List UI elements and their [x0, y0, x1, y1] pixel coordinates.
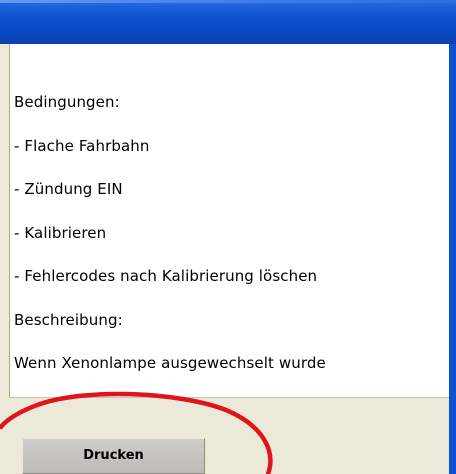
condition-calibrate: - Kalibrieren	[14, 224, 107, 242]
condition-ignition-on: - Zündung EIN	[14, 180, 123, 198]
condition-flat-road: - Flache Fahrbahn	[14, 137, 150, 155]
conditions-heading: Bedingungen:	[14, 93, 120, 111]
window-frame-right	[449, 44, 456, 474]
window-title-bar[interactable]	[0, 0, 456, 44]
description-heading: Beschreibung:	[14, 311, 123, 329]
print-button[interactable]: Drucken	[22, 438, 205, 474]
info-text-panel: Bedingungen: - Flache Fahrbahn - Zündung…	[9, 44, 449, 398]
dialog-client-area: Bedingungen: - Flache Fahrbahn - Zündung…	[0, 44, 449, 474]
condition-clear-fault-codes: - Fehlercodes nach Kalibrierung löschen	[14, 267, 318, 285]
description-text: Wenn Xenonlampe ausgewechselt wurde	[14, 354, 326, 372]
title-bar-highlight	[0, 0, 456, 3]
